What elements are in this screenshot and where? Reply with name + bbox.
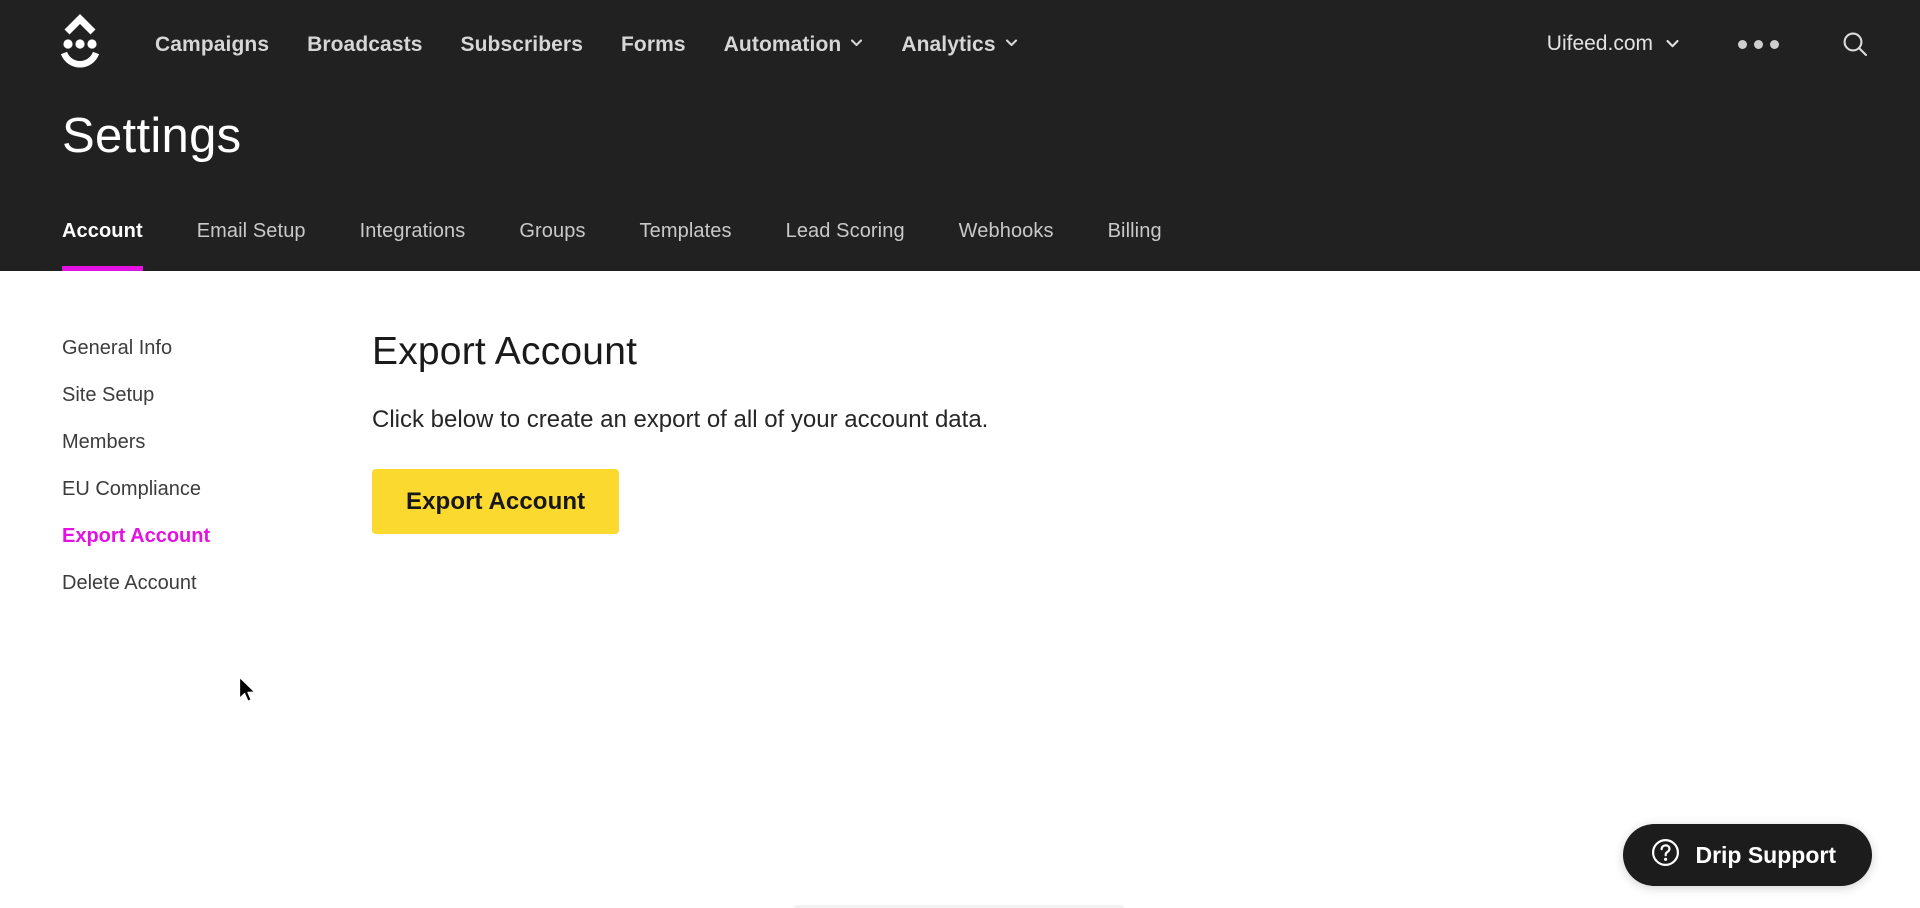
export-account-panel: Export Account Click below to create an …	[372, 271, 1472, 535]
top-nav-right-controls: Uifeed.com	[1547, 0, 1920, 88]
tab-label: Integrations	[359, 220, 466, 242]
drip-logo[interactable]	[51, 14, 109, 74]
chevron-down-icon	[1665, 36, 1679, 49]
tab-label: Email Setup	[196, 220, 306, 242]
nav-link-subscribers[interactable]: Subscribers	[460, 34, 583, 55]
tab-groups[interactable]: Groups	[492, 218, 612, 271]
sidebar-item-general-info[interactable]: General Info	[62, 338, 302, 358]
tab-label: Lead Scoring	[785, 220, 905, 242]
nav-link-forms[interactable]: Forms	[621, 34, 686, 55]
nav-link-automation[interactable]: Automation	[724, 34, 864, 55]
tab-label: Account	[62, 220, 143, 242]
content-area: General Info Site Setup Members EU Compl…	[0, 271, 1920, 908]
search-icon[interactable]	[1841, 30, 1869, 58]
tab-email-setup[interactable]: Email Setup	[170, 218, 333, 271]
nav-link-label: Broadcasts	[307, 32, 423, 56]
account-name-label: Uifeed.com	[1546, 32, 1653, 55]
question-circle-icon	[1651, 838, 1680, 873]
drip-support-label: Drip Support	[1695, 841, 1836, 868]
tab-label: Webhooks	[958, 220, 1054, 242]
panel-title: Export Account	[372, 330, 638, 373]
nav-link-analytics[interactable]: Analytics	[901, 34, 1017, 55]
panel-description: Click below to create an export of all o…	[372, 405, 989, 433]
sidebar-item-members[interactable]: Members	[62, 432, 302, 452]
dot	[1754, 39, 1763, 49]
chevron-down-icon	[1005, 36, 1018, 49]
tab-account[interactable]: Account	[62, 218, 170, 271]
settings-tabs: Account Email Setup Integrations Groups …	[62, 218, 1189, 271]
nav-link-campaigns[interactable]: Campaigns	[155, 34, 269, 55]
page-header: Campaigns Broadcasts Subscribers Forms A…	[0, 0, 1920, 271]
nav-link-broadcasts[interactable]: Broadcasts	[307, 34, 422, 55]
sidebar-item-eu-compliance[interactable]: EU Compliance	[62, 479, 302, 499]
tab-lead-scoring[interactable]: Lead Scoring	[759, 218, 932, 271]
page-title: Settings	[62, 109, 242, 163]
tab-templates[interactable]: Templates	[613, 218, 759, 271]
drip-support-button[interactable]: Drip Support	[1623, 824, 1872, 886]
primary-nav: Campaigns Broadcasts Subscribers Forms A…	[155, 0, 1056, 88]
dot	[1770, 39, 1779, 49]
nav-link-label: Subscribers	[460, 32, 583, 56]
tab-label: Templates	[639, 220, 732, 242]
account-switcher[interactable]: Uifeed.com	[1546, 32, 1679, 56]
tab-webhooks[interactable]: Webhooks	[932, 218, 1081, 271]
nav-link-label: Forms	[620, 32, 686, 56]
sidebar-item-site-setup[interactable]: Site Setup	[62, 385, 302, 405]
tab-integrations[interactable]: Integrations	[333, 218, 493, 271]
nav-link-label: Campaigns	[155, 32, 270, 56]
ellipsis-icon[interactable]	[1738, 39, 1779, 49]
settings-sidebar: General Info Site Setup Members EU Compl…	[62, 338, 302, 620]
sidebar-item-export-account[interactable]: Export Account	[62, 526, 302, 546]
top-navigation-bar: Campaigns Broadcasts Subscribers Forms A…	[0, 0, 1920, 88]
export-account-button[interactable]: Export Account	[372, 469, 620, 535]
nav-link-label: Automation	[723, 32, 842, 56]
sidebar-item-delete-account[interactable]: Delete Account	[62, 573, 302, 593]
tab-label: Billing	[1107, 220, 1162, 242]
tab-label: Groups	[519, 220, 586, 242]
tab-billing[interactable]: Billing	[1081, 218, 1189, 271]
nav-link-label: Analytics	[901, 32, 996, 56]
chevron-down-icon	[850, 36, 863, 49]
dot	[1738, 39, 1747, 49]
